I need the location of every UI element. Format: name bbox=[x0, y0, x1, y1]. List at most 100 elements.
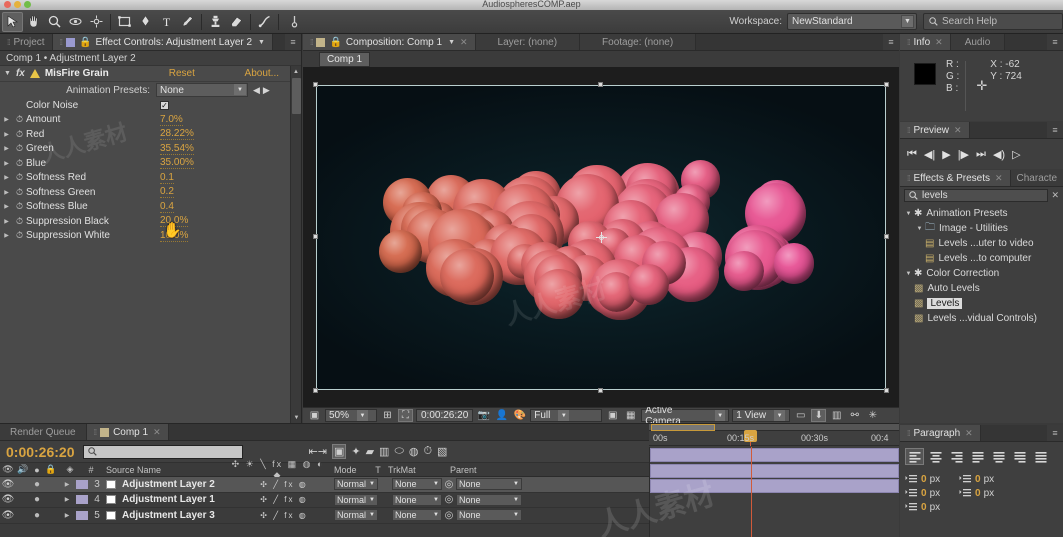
composition-panel-menu[interactable]: ≡ bbox=[883, 34, 899, 50]
mode-header[interactable]: Mode bbox=[326, 465, 372, 475]
layer-mode-select[interactable]: Normal ▼ bbox=[334, 493, 378, 506]
trkmat-header[interactable]: TrkMat bbox=[384, 465, 436, 475]
effects-search-input[interactable]: levels bbox=[904, 189, 1049, 202]
stopwatch-icon[interactable]: ⏱ bbox=[13, 187, 26, 198]
clone-stamp-tool[interactable] bbox=[205, 12, 226, 32]
scroll-thumb[interactable] bbox=[292, 78, 301, 114]
frame-blending-icon[interactable]: ▰ bbox=[366, 445, 374, 458]
layer-expand-triangle[interactable]: ▶ bbox=[58, 512, 76, 519]
pixel-aspect-icon[interactable]: ▭ bbox=[793, 409, 808, 422]
audio-button[interactable]: ◀) bbox=[993, 148, 1005, 161]
effects-tree-item[interactable]: ▩ Levels bbox=[900, 296, 1063, 311]
property-expand-triangle[interactable]: ▶ bbox=[0, 232, 13, 239]
close-icon-comp[interactable]: ✕ bbox=[460, 37, 468, 48]
breadcrumb-comp1[interactable]: Comp 1 bbox=[319, 51, 371, 67]
layer-mode-select[interactable]: Normal ▼ bbox=[334, 509, 378, 522]
live-update-icon[interactable]: ⇤⇥ bbox=[309, 445, 327, 458]
tab-footage[interactable]: Footage: (none) bbox=[580, 34, 697, 50]
effect-controls-panel-menu[interactable]: ≡ bbox=[285, 34, 301, 50]
tab-paragraph[interactable]: ⁞⁞ Paragraph ✕ bbox=[900, 425, 981, 441]
paragraph-field-indent-left[interactable]: 0 px bbox=[905, 474, 953, 485]
justify-last-left-button[interactable] bbox=[968, 448, 987, 465]
layer-name[interactable]: Adjustment Layer 3 bbox=[116, 510, 236, 521]
layer-solo-toggle[interactable]: ● bbox=[30, 494, 44, 505]
paragraph-field-space-after[interactable]: 0 px bbox=[905, 502, 953, 513]
layer-trkmat-select[interactable]: None ▼ bbox=[392, 493, 442, 506]
paragraph-field-indent-right[interactable]: 0 px bbox=[905, 488, 953, 499]
chevron-down-icon-comp[interactable]: ▼ bbox=[448, 39, 455, 46]
tab-comp1-timeline[interactable]: ⁞⁞ Comp 1 ✕ bbox=[86, 424, 169, 440]
tab-effect-controls[interactable]: ⁞⁞ 🔒 Effect Controls: Adjustment Layer 2… bbox=[52, 34, 273, 50]
hide-shy-layers-icon[interactable]: ✦ bbox=[351, 445, 360, 458]
zoom-select[interactable]: 50% ▼ bbox=[325, 409, 377, 422]
pen-tool[interactable] bbox=[135, 12, 156, 32]
paragraph-panel-menu[interactable]: ≡ bbox=[1047, 425, 1063, 441]
paragraph-field-space-before[interactable]: 0 px bbox=[959, 474, 1007, 485]
property-expand-triangle[interactable]: ▶ bbox=[0, 174, 13, 181]
previous-frame-button[interactable]: ◀| bbox=[924, 148, 935, 161]
effect-property-row[interactable]: ▶ ⏱ Green 35.54% bbox=[0, 142, 301, 157]
chevron-down-icon-tree[interactable]: ▼ bbox=[903, 211, 914, 217]
property-value[interactable]: 7.0% bbox=[160, 114, 183, 126]
effect-expand-triangle[interactable]: ▼ bbox=[4, 70, 11, 77]
property-value[interactable]: 35.54% bbox=[160, 143, 194, 155]
property-value[interactable]: 0.4 bbox=[160, 201, 174, 213]
brush-tool[interactable] bbox=[177, 12, 198, 32]
draft-3d-icon[interactable]: ▣ bbox=[331, 444, 347, 459]
t-header[interactable]: T bbox=[372, 465, 384, 475]
comp-flowchart-icon[interactable]: ⚯ bbox=[847, 409, 862, 422]
tab-info[interactable]: ⁞⁞ Info ✕ bbox=[900, 34, 951, 50]
tab-character[interactable]: Characte bbox=[1010, 170, 1063, 186]
layer-name[interactable]: Adjustment Layer 2 bbox=[116, 479, 236, 490]
layer-label-color[interactable] bbox=[76, 510, 88, 520]
puppet-pin-tool[interactable] bbox=[284, 12, 305, 32]
stopwatch-icon[interactable]: ⏱ bbox=[13, 201, 26, 212]
align-center-button[interactable] bbox=[926, 448, 945, 465]
effects-tree-item[interactable]: ▩ Auto Levels bbox=[900, 281, 1063, 296]
effect-property-row[interactable]: ▶ ⏱ Amount 7.0% bbox=[0, 113, 301, 128]
timeline-search-input[interactable] bbox=[82, 444, 243, 459]
preset-prev-button[interactable]: ◀ bbox=[253, 85, 260, 96]
effect-controls-scrollbar[interactable]: ▲ ▼ bbox=[290, 66, 301, 423]
work-area-range[interactable] bbox=[651, 424, 715, 431]
info-panel-menu[interactable]: ≡ bbox=[1047, 34, 1063, 50]
layer-visibility-toggle[interactable]: 👁 bbox=[0, 494, 16, 505]
stopwatch-icon[interactable]: ⏱ bbox=[13, 172, 26, 183]
clear-search-icon[interactable]: ✕ bbox=[1051, 190, 1059, 201]
stopwatch-icon[interactable]: ⏱ bbox=[13, 216, 26, 227]
layer-parent-select[interactable]: None ▼ bbox=[456, 493, 522, 506]
workspace-select[interactable]: NewStandard ▼ bbox=[787, 13, 917, 30]
justify-last-center-button[interactable] bbox=[989, 448, 1008, 465]
tab-effects-presets[interactable]: ⁞⁞ Effects & Presets ✕ bbox=[900, 170, 1011, 186]
tab-project[interactable]: ⁞⁞ Project bbox=[0, 34, 53, 50]
auto-keyframe-icon[interactable]: ⏱ bbox=[423, 445, 432, 458]
scroll-up-arrow[interactable]: ▲ bbox=[291, 66, 301, 77]
camera-select[interactable]: Active Camera ▼ bbox=[641, 405, 730, 427]
roto-brush-tool[interactable] bbox=[254, 12, 275, 32]
zoom-tool[interactable] bbox=[44, 12, 65, 32]
effect-property-row[interactable]: ▶ ⏱ Softness Red 0.1 bbox=[0, 171, 301, 186]
hand-tool[interactable] bbox=[23, 12, 44, 32]
tab-render-queue[interactable]: Render Queue bbox=[0, 424, 87, 440]
parent-pickwhip-icon[interactable]: ◎ bbox=[442, 510, 456, 521]
timeline-track-area[interactable] bbox=[649, 447, 899, 537]
tab-layer[interactable]: Layer: (none) bbox=[475, 34, 581, 50]
close-icon-info[interactable]: ✕ bbox=[935, 37, 943, 48]
selection-handle-ml[interactable] bbox=[313, 234, 318, 239]
paragraph-field-first-line-indent[interactable]: 0 px bbox=[959, 488, 1007, 499]
layer-solo-toggle[interactable]: ● bbox=[30, 510, 44, 521]
stopwatch-icon[interactable]: ⏱ bbox=[13, 114, 26, 125]
layer-trkmat-select[interactable]: None ▼ bbox=[392, 509, 442, 522]
selection-handle-tr[interactable] bbox=[884, 81, 889, 87]
property-expand-triangle[interactable]: ▶ bbox=[0, 218, 13, 225]
fast-previews-icon[interactable]: ⬇ bbox=[811, 409, 827, 422]
pan-behind-tool[interactable] bbox=[86, 12, 107, 32]
preset-nav[interactable]: ◀ ▶ bbox=[253, 85, 270, 96]
next-frame-button[interactable]: |▶ bbox=[958, 148, 969, 161]
selection-handle-tl[interactable] bbox=[313, 81, 318, 87]
close-icon-paragraph[interactable]: ✕ bbox=[965, 428, 973, 439]
viewer-timecode[interactable]: 0:00:26:20 bbox=[416, 409, 474, 422]
effects-tree-item[interactable]: ▤ Levels ...uter to video bbox=[900, 236, 1063, 251]
track-bar-layer3[interactable] bbox=[650, 448, 899, 462]
chevron-down-icon-tree[interactable]: ▼ bbox=[914, 226, 925, 232]
